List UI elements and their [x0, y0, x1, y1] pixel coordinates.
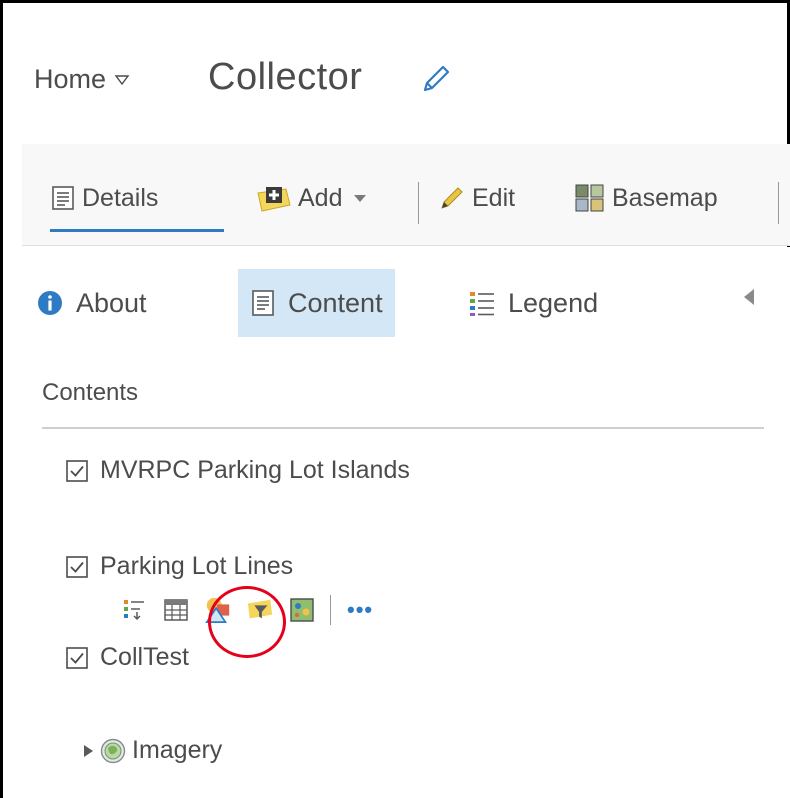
basemap-group-layer[interactable]: Imagery: [82, 736, 222, 765]
map-toolbar: Details Add Edit Basemap: [22, 144, 790, 246]
layer-item[interactable]: Parking Lot Lines: [66, 552, 293, 581]
show-table-tool[interactable]: [162, 596, 190, 624]
collapse-panel-arrow-icon[interactable]: [742, 287, 756, 307]
caret-down-icon: [114, 74, 130, 85]
tab-about-label: About: [76, 287, 147, 318]
map-header: Home Collector: [0, 0, 790, 142]
add-label: Add: [298, 183, 343, 212]
layer-name: CollTest: [100, 643, 189, 671]
tools-separator: [330, 595, 331, 625]
home-label: Home: [34, 64, 107, 94]
checkbox-checked-icon[interactable]: [66, 646, 88, 669]
layer-item[interactable]: CollTest: [66, 643, 189, 672]
contents-divider: [42, 427, 764, 429]
group-layer-name: Imagery: [132, 736, 223, 764]
add-layer-icon: [257, 187, 291, 212]
basemap-label: Basemap: [612, 183, 718, 212]
info-icon: [38, 291, 62, 315]
legend-list-icon: [470, 292, 494, 316]
toolbar-separator: [778, 182, 779, 224]
details-label: Details: [82, 183, 159, 212]
more-options-button[interactable]: •••: [347, 597, 373, 623]
add-button[interactable]: Add: [256, 178, 368, 218]
contents-panel: About Content Legend Contents MVRPC Park…: [22, 247, 790, 798]
layer-name: MVRPC Parking Lot Islands: [100, 456, 410, 484]
checkbox-checked-icon[interactable]: [66, 459, 88, 482]
contents-heading: Contents: [42, 379, 139, 406]
details-button[interactable]: Details: [50, 178, 158, 218]
legend-expand-icon: [124, 600, 144, 621]
basemap-button[interactable]: Basemap: [574, 178, 718, 218]
checkbox-checked-icon[interactable]: [66, 555, 88, 578]
tab-about[interactable]: About: [36, 269, 147, 337]
tab-content-label: Content: [288, 287, 383, 318]
edit-title-pencil-icon[interactable]: [419, 62, 453, 96]
details-doc-icon: [52, 186, 74, 210]
basemap-grid-icon: [575, 184, 604, 212]
tab-content[interactable]: Content: [238, 269, 395, 337]
edit-label: Edit: [472, 183, 516, 212]
toolbar-separator: [418, 182, 419, 224]
highlight-annotation-ring: [208, 586, 286, 658]
attribute-table-icon: [164, 599, 188, 621]
tab-legend-label: Legend: [508, 287, 599, 318]
show-legend-tool[interactable]: [120, 596, 148, 624]
globe-icon: [100, 738, 126, 763]
home-menu[interactable]: Home: [34, 64, 130, 95]
expand-arrow-icon[interactable]: [82, 744, 94, 758]
edit-pencil-icon: [441, 187, 463, 209]
content-doc-icon: [252, 290, 274, 316]
map-title: Collector: [208, 56, 363, 98]
tab-legend[interactable]: Legend: [468, 269, 598, 337]
layer-item[interactable]: MVRPC Parking Lot Islands: [66, 456, 410, 485]
layer-name: Parking Lot Lines: [100, 552, 294, 580]
edit-button[interactable]: Edit: [438, 178, 515, 218]
details-active-indicator: [50, 229, 224, 232]
add-dropdown-chevron-icon: [354, 195, 367, 202]
perform-analysis-tool[interactable]: [288, 596, 316, 624]
analysis-map-icon: [290, 598, 314, 622]
